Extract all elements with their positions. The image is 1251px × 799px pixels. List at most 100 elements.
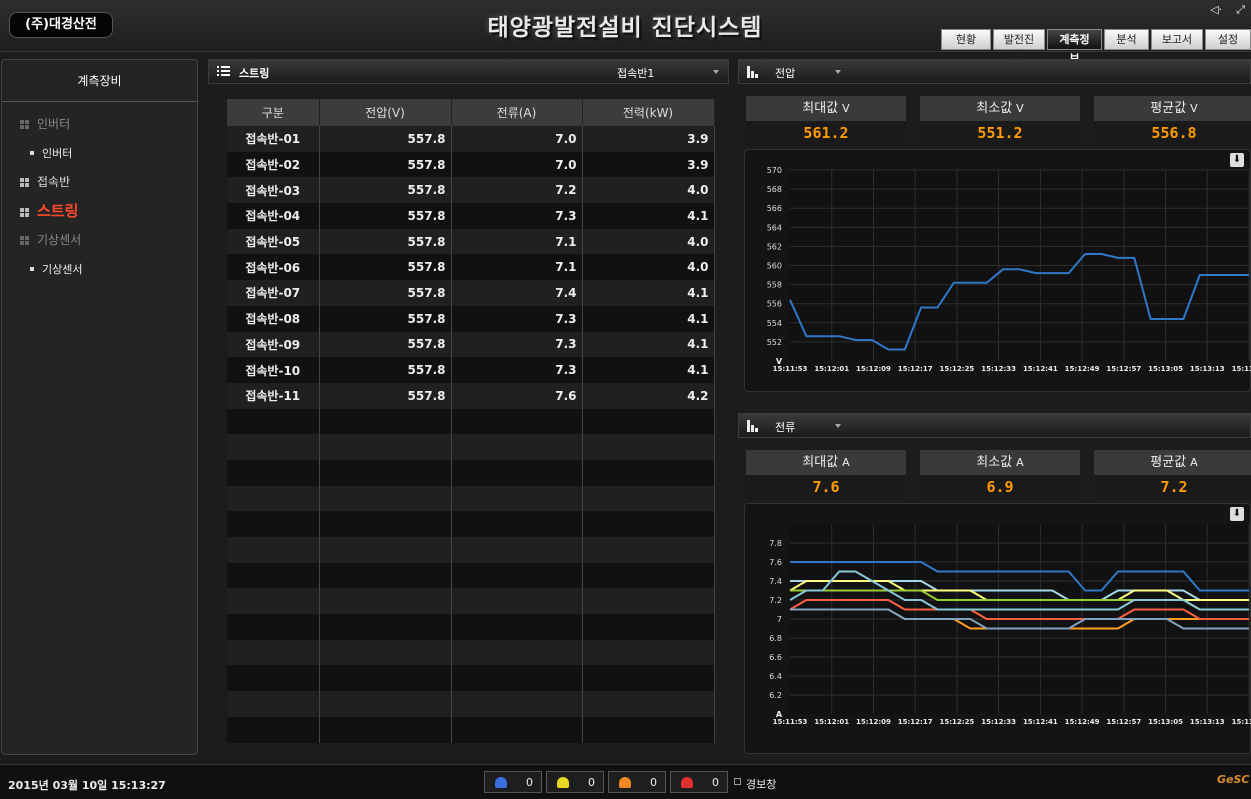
status-bar: 2015년 03월 10일 15:13:27 0 0 0 0 경보창 GeSC xyxy=(0,764,1251,799)
x-tick-label: 15:12:49 xyxy=(1065,718,1100,726)
alarm-counter[interactable]: 0 xyxy=(546,771,604,793)
alarm-window-checkbox[interactable] xyxy=(734,778,741,785)
column-header[interactable]: 구분 xyxy=(227,99,320,126)
y-tick-label: 6.4 xyxy=(769,672,782,681)
sidebar-item-1[interactable]: 인버터 xyxy=(2,139,197,168)
table-cell xyxy=(582,408,715,435)
table-cell xyxy=(227,485,320,512)
column-header[interactable]: 전력(kW) xyxy=(582,99,715,126)
x-tick-label: 15:11:53 xyxy=(773,718,808,726)
download-icon[interactable]: ⬇ xyxy=(1230,507,1244,521)
voltage-panel-header: 전압 xyxy=(738,59,1251,84)
table-row[interactable] xyxy=(227,537,715,563)
x-tick-label: 15:12:41 xyxy=(1023,718,1058,726)
stat-unit: V xyxy=(842,102,850,115)
sidebar-item-2[interactable]: 접속반 xyxy=(2,168,197,197)
table-row[interactable]: 접속반-11 557.8 7.6 4.2 xyxy=(227,382,715,409)
current-chart: ⬇ 6.2 6.4 6.6 6.8 7 7.2 7.4 7.6 7.8 15:11:53 15:12… xyxy=(744,503,1251,754)
sidebar-item-3[interactable]: 스트링 xyxy=(2,197,197,226)
string-table: 구분 전압(V) 전류(A) 전력(kW) 접속반-01 557.8 7.0 3.9 접속반-… xyxy=(227,99,715,743)
table-cell: 4.2 xyxy=(582,382,715,409)
table-row[interactable] xyxy=(227,716,715,743)
table-cell: 접속반-08 xyxy=(227,305,320,332)
table-row[interactable]: 접속반-07 557.8 7.4 4.1 xyxy=(227,280,715,306)
fullscreen-icon[interactable]: ⤢ xyxy=(1236,3,1245,16)
y-tick-label: 6.6 xyxy=(769,653,782,662)
table-row[interactable]: 접속반-01 557.8 7.0 3.9 xyxy=(227,126,715,152)
tab-2[interactable]: 계측정보 xyxy=(1047,29,1102,65)
table-panel-header: 스트링 접속반1 xyxy=(208,59,729,84)
table-cell: 4.1 xyxy=(582,280,715,306)
table-row[interactable] xyxy=(227,588,715,615)
table-row[interactable] xyxy=(227,614,715,640)
table-cell: 접속반-03 xyxy=(227,177,320,204)
table-cell: 557.8 xyxy=(319,203,452,229)
sidebar-item-0[interactable]: 인버터 xyxy=(2,110,197,139)
sidebar-item-label: 접속반 xyxy=(37,175,71,189)
tab-0[interactable]: 현황 xyxy=(941,29,991,50)
table-row[interactable] xyxy=(227,485,715,512)
bar-chart-icon xyxy=(747,420,759,432)
app-header: (주)대경산전 태양광발전설비 진단시스템 ◁· ⤢ 현황발전진단계측정보분석보고… xyxy=(0,0,1251,65)
y-tick-label: 568 xyxy=(767,185,782,194)
sidebar-item-4[interactable]: 기상센서 xyxy=(2,226,197,255)
grid-icon xyxy=(20,208,29,217)
column-header[interactable]: 전류(A) xyxy=(451,99,583,126)
table-cell xyxy=(582,485,715,512)
table-row[interactable] xyxy=(227,691,715,717)
y-tick-label: 552 xyxy=(767,338,782,347)
tab-4[interactable]: 보고서 xyxy=(1151,29,1203,50)
table-cell xyxy=(451,485,583,512)
sidebar-item-label: 기상센서 xyxy=(37,233,82,247)
download-icon[interactable]: ⬇ xyxy=(1230,153,1244,167)
x-tick-label: 15:12:25 xyxy=(939,365,974,373)
table-row[interactable] xyxy=(227,408,715,435)
alarm-counter[interactable]: 0 xyxy=(670,771,728,793)
table-cell: 7.4 xyxy=(451,280,583,306)
table-row[interactable] xyxy=(227,459,715,486)
voltage-measure-select[interactable]: 전압 xyxy=(775,65,845,80)
y-tick-label: 554 xyxy=(767,319,782,328)
tab-3[interactable]: 분석 xyxy=(1104,29,1149,50)
x-tick-label: 15:13:21 xyxy=(1232,365,1251,373)
table-row[interactable]: 접속반-10 557.8 7.3 4.1 xyxy=(227,357,715,383)
table-row[interactable]: 접속반-06 557.8 7.1 4.0 xyxy=(227,254,715,281)
table-cell: 557.8 xyxy=(319,254,452,281)
stat-box: 최대값 V 561.2 xyxy=(746,96,906,146)
table-cell: 접속반-01 xyxy=(227,126,320,152)
table-cell: 557.8 xyxy=(319,228,452,255)
alarm-counter[interactable]: 0 xyxy=(484,771,542,793)
table-row[interactable] xyxy=(227,665,715,692)
alarm-counter[interactable]: 0 xyxy=(608,771,666,793)
stat-unit: A xyxy=(842,456,850,469)
y-tick-label: 558 xyxy=(767,281,782,290)
equipment-tree: 인버터 인버터 접속반 스트링 기상센서 기상센서 xyxy=(2,102,197,284)
sound-icon[interactable]: ◁· xyxy=(1210,3,1222,16)
table-cell xyxy=(319,562,452,589)
column-header[interactable]: 전압(V) xyxy=(319,99,452,126)
stat-label: 최소값 A xyxy=(920,450,1080,475)
junction-box-select[interactable]: 접속반1 xyxy=(617,65,727,80)
table-row[interactable]: 접속반-09 557.8 7.3 4.1 xyxy=(227,331,715,358)
alarm-light-icon xyxy=(557,777,569,788)
table-row[interactable] xyxy=(227,639,715,666)
current-measure-select[interactable]: 전류 xyxy=(775,419,845,434)
table-row[interactable]: 접속반-08 557.8 7.3 4.1 xyxy=(227,305,715,332)
table-row[interactable]: 접속반-04 557.8 7.3 4.1 xyxy=(227,203,715,229)
table-cell xyxy=(227,588,320,615)
tab-5[interactable]: 설정 xyxy=(1205,29,1251,50)
table-cell: 접속반-11 xyxy=(227,382,320,409)
table-row[interactable]: 접속반-03 557.8 7.2 4.0 xyxy=(227,177,715,204)
y-tick-label: 570 xyxy=(767,166,782,175)
tab-1[interactable]: 발전진단 xyxy=(993,29,1045,65)
table-row[interactable]: 접속반-02 557.8 7.0 3.9 xyxy=(227,151,715,178)
alarm-window-label: 경보창 xyxy=(746,778,777,791)
table-row[interactable]: 접속반-05 557.8 7.1 4.0 xyxy=(227,228,715,255)
x-tick-label: 15:12:01 xyxy=(814,365,849,373)
table-cell xyxy=(582,665,715,692)
sidebar-item-5[interactable]: 기상센서 xyxy=(2,255,197,284)
table-row[interactable] xyxy=(227,511,715,537)
y-tick-label: 564 xyxy=(767,223,782,232)
table-row[interactable] xyxy=(227,434,715,460)
table-row[interactable] xyxy=(227,562,715,589)
